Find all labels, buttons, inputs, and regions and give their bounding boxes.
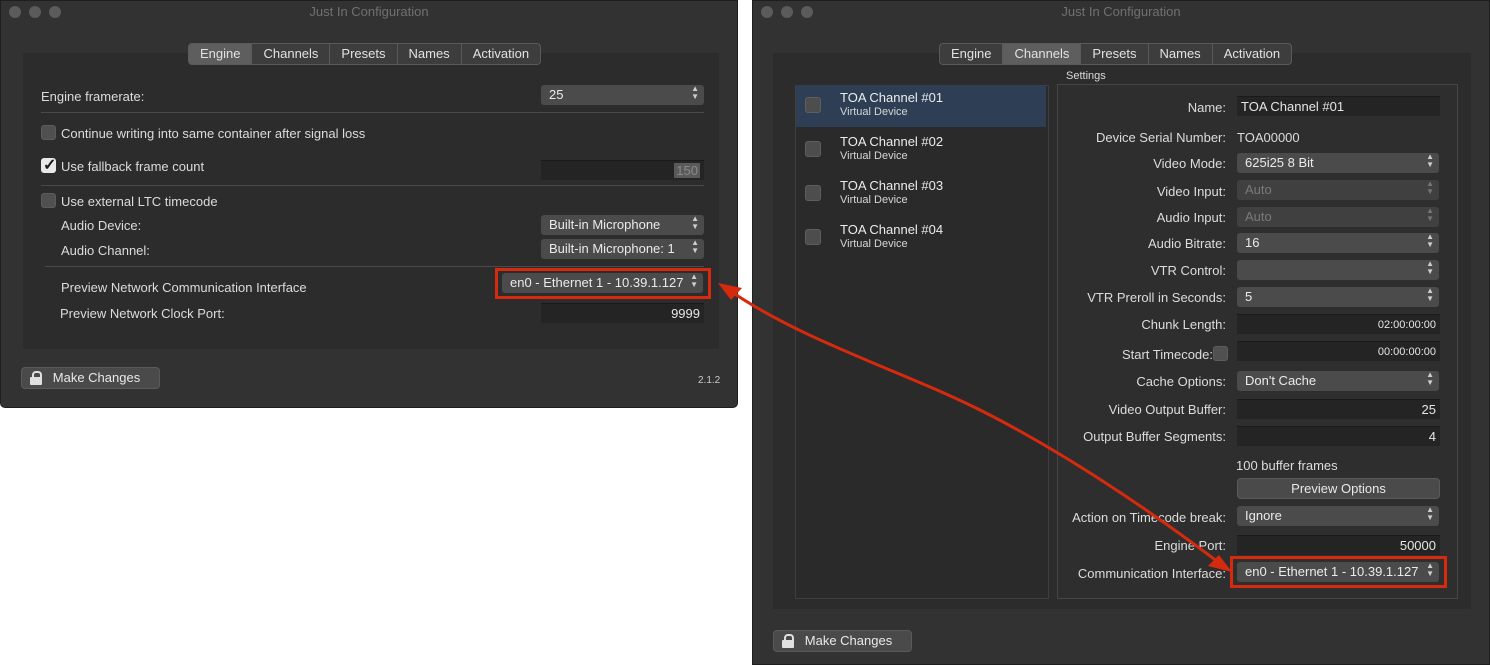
arrow-line (725, 286, 1227, 570)
annotation-arrow (718, 283, 1232, 572)
